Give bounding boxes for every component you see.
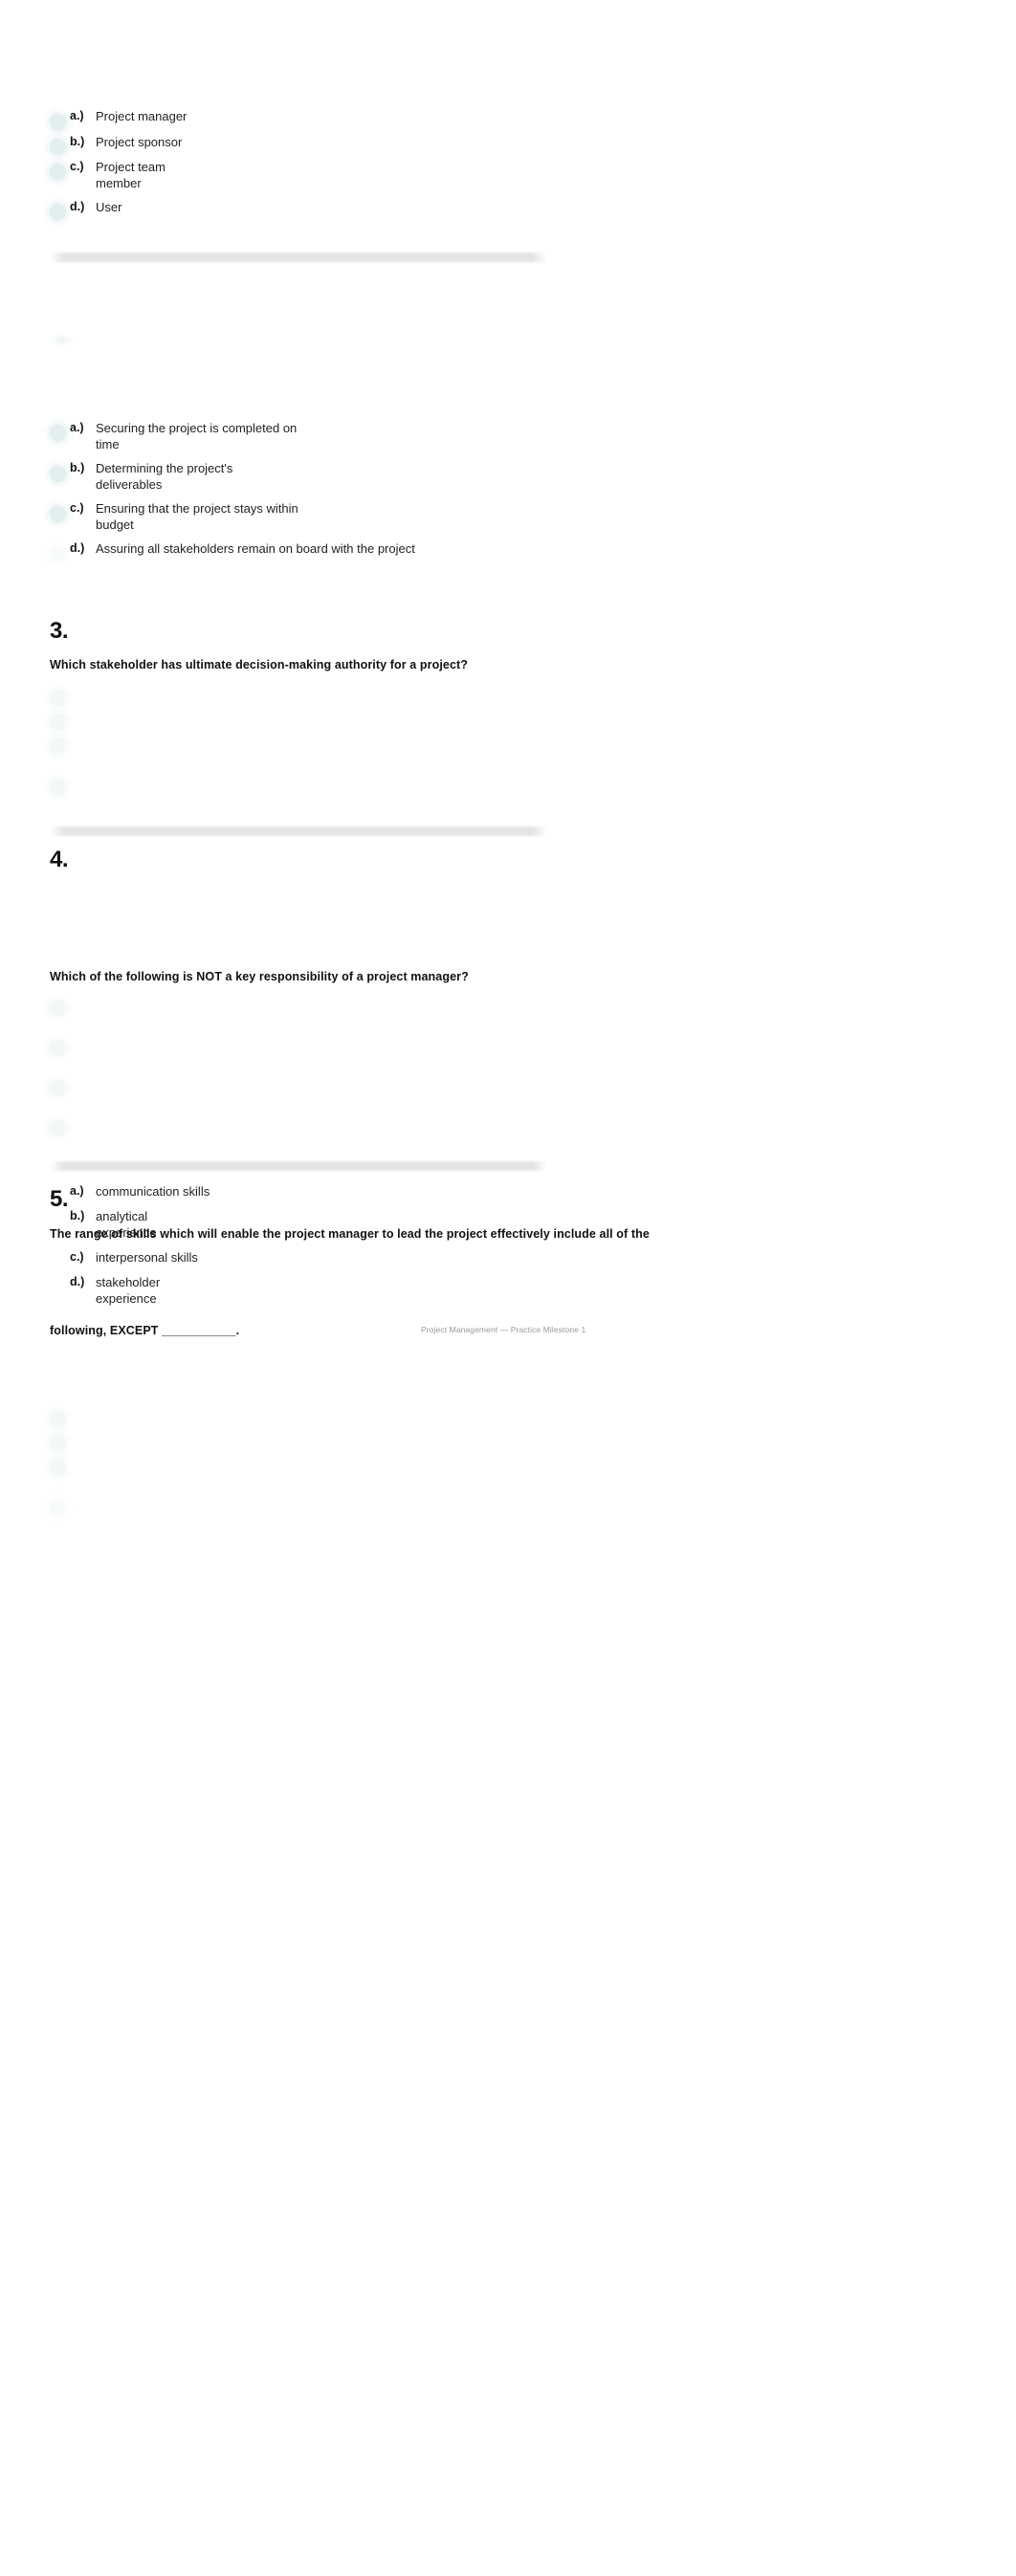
option-text: Project team member bbox=[96, 160, 166, 190]
radio-next-c[interactable] bbox=[50, 1460, 66, 1476]
question-number-4: 4. bbox=[50, 847, 69, 872]
divider-1 bbox=[50, 253, 547, 262]
divider-3 bbox=[50, 1161, 547, 1171]
option-text: Project manager bbox=[96, 109, 188, 123]
option-q5-d[interactable]: d.) stakeholder experience bbox=[70, 1274, 160, 1307]
option-q5-a[interactable]: a.) communication skills bbox=[70, 1183, 210, 1200]
option-q2-a[interactable]: a.) Securing the project is completed on… bbox=[70, 420, 297, 452]
radio-q2-b[interactable] bbox=[50, 466, 66, 482]
radio-next-a[interactable] bbox=[50, 1411, 66, 1427]
option-text: Securing the project is completed on tim… bbox=[96, 421, 298, 451]
divider-2 bbox=[50, 826, 547, 836]
radio-next-b[interactable] bbox=[50, 1435, 66, 1451]
option-letter: d.) bbox=[70, 200, 85, 213]
radio-q4-b[interactable] bbox=[50, 1040, 66, 1056]
option-q1-d[interactable]: d.) User bbox=[70, 199, 121, 215]
option-text: Ensuring that the project stays within b… bbox=[96, 501, 298, 532]
option-letter: c.) bbox=[70, 1250, 84, 1264]
radio-q3-a[interactable] bbox=[50, 690, 66, 706]
option-letter: a.) bbox=[70, 1184, 84, 1198]
option-text: Project sponsor bbox=[96, 135, 183, 149]
option-q1-a[interactable]: a.) Project manager bbox=[70, 108, 187, 124]
option-letter: b.) bbox=[70, 461, 85, 474]
radio-q4-d[interactable] bbox=[50, 1120, 66, 1136]
option-letter: d.) bbox=[70, 1275, 85, 1288]
option-text: Assuring all stakeholders remain on boar… bbox=[96, 541, 415, 556]
radio-q4-a[interactable] bbox=[50, 1000, 66, 1016]
question-prompt-4: Which of the following is NOT a key resp… bbox=[50, 970, 469, 983]
radio-q1-b[interactable] bbox=[50, 139, 66, 155]
question-prompt-3: Which stakeholder has ultimate decision-… bbox=[50, 658, 469, 672]
radio-q1-d[interactable] bbox=[50, 204, 66, 220]
option-text: interpersonal skills bbox=[96, 1250, 198, 1265]
page-footer: Project Management — Practice Milestone … bbox=[421, 1325, 586, 1334]
radio-q1-a[interactable] bbox=[50, 114, 66, 130]
option-letter: c.) bbox=[70, 501, 84, 515]
radio-q3-b[interactable] bbox=[50, 714, 66, 730]
option-q2-d[interactable]: d.) Assuring all stakeholders remain on … bbox=[70, 540, 415, 557]
option-letter: b.) bbox=[70, 135, 85, 148]
option-text: Determining the project's deliverables bbox=[96, 461, 233, 492]
option-text: communication skills bbox=[96, 1184, 210, 1199]
radio-q3-c[interactable] bbox=[50, 738, 66, 754]
question-prompt-5-line-1: The range of skills which will enable th… bbox=[50, 1227, 650, 1241]
radio-q2-a[interactable] bbox=[50, 425, 66, 441]
option-q2-b[interactable]: b.) Determining the project's deliverabl… bbox=[70, 460, 232, 493]
radio-q2-c[interactable] bbox=[50, 506, 66, 522]
radio-q2-d[interactable] bbox=[50, 546, 66, 562]
option-q1-c[interactable]: c.) Project team member bbox=[70, 159, 166, 191]
option-letter: c.) bbox=[70, 160, 84, 173]
question-number-5: 5. bbox=[50, 1186, 69, 1212]
option-text: stakeholder experience bbox=[96, 1275, 161, 1306]
option-letter: a.) bbox=[70, 421, 84, 434]
radio-next-d[interactable] bbox=[50, 1500, 66, 1516]
option-text: User bbox=[96, 200, 122, 214]
option-q5-c[interactable]: c.) interpersonal skills bbox=[70, 1249, 198, 1266]
option-letter: d.) bbox=[70, 541, 85, 555]
question-number-3: 3. bbox=[50, 618, 69, 644]
document-page: a.) Project manager b.) Project sponsor … bbox=[0, 0, 1016, 2576]
radio-q3-d[interactable] bbox=[50, 779, 66, 795]
option-q2-c[interactable]: c.) Ensuring that the project stays with… bbox=[70, 500, 298, 533]
option-letter: a.) bbox=[70, 109, 84, 122]
ghost-text-fragment bbox=[50, 337, 75, 343]
option-letter: b.) bbox=[70, 1209, 85, 1222]
option-q1-b[interactable]: b.) Project sponsor bbox=[70, 134, 182, 150]
radio-q4-c[interactable] bbox=[50, 1080, 66, 1096]
radio-q1-c[interactable] bbox=[50, 164, 66, 180]
